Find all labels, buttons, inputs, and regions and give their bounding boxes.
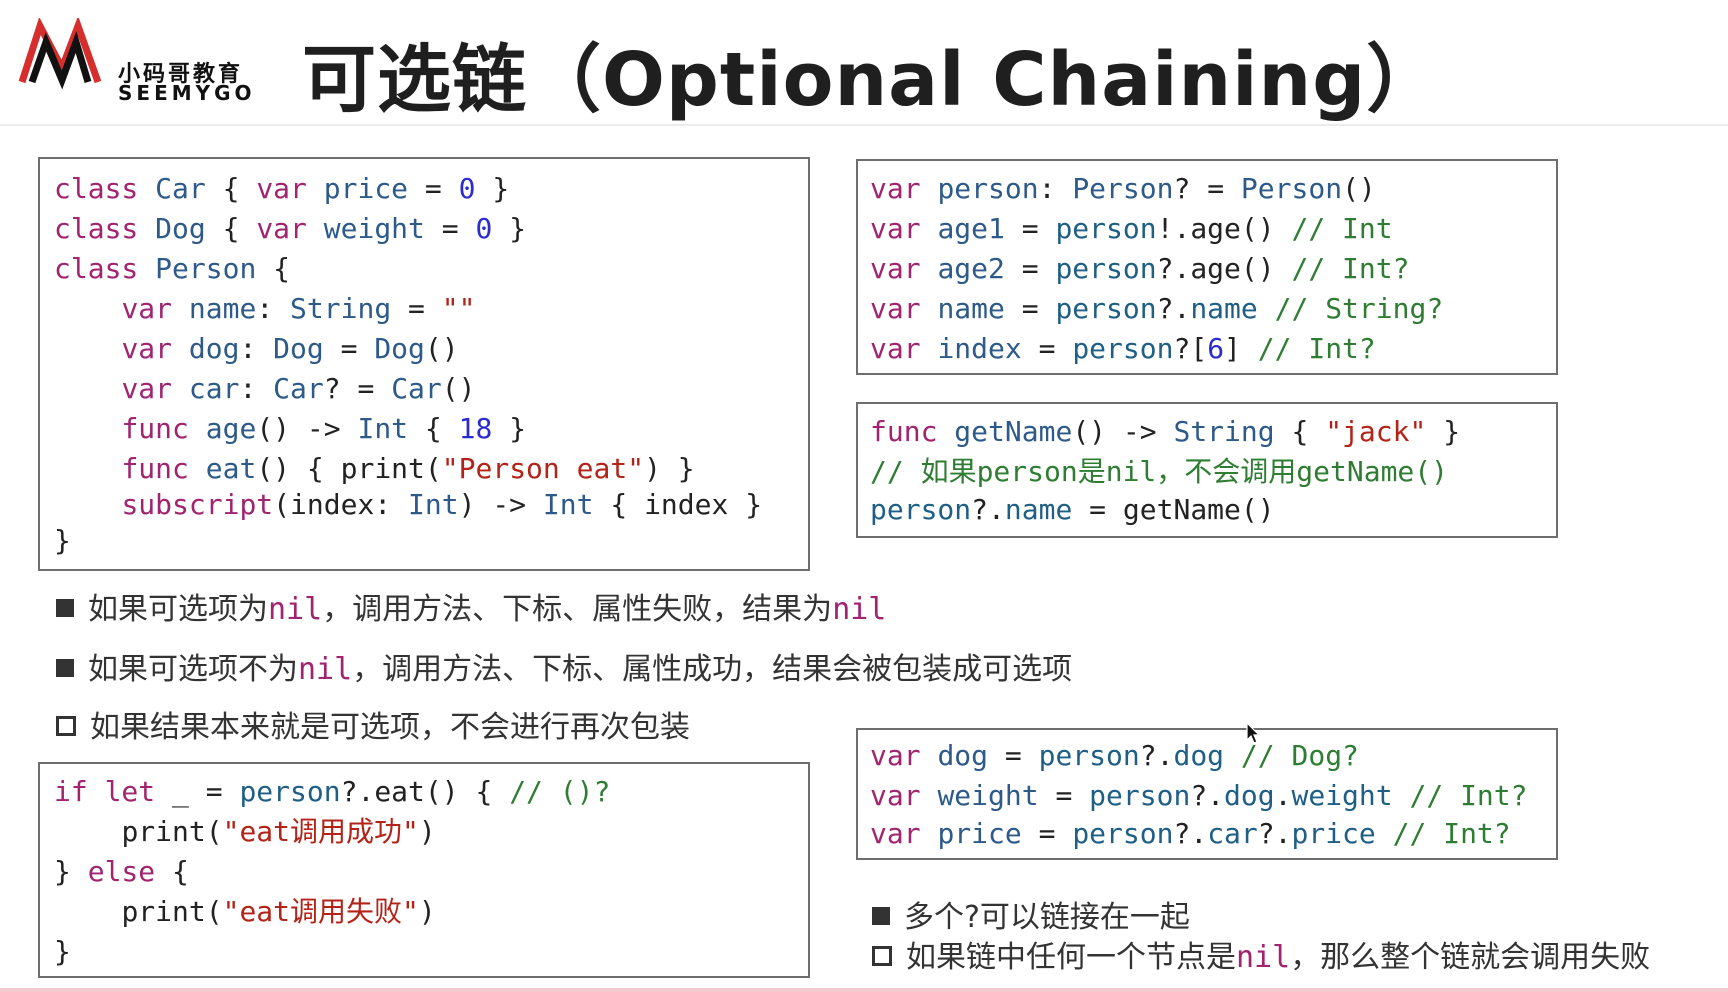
filled-square-bullet-icon: [56, 658, 74, 677]
code-line: func age() -> Int { 18 }: [121, 412, 527, 445]
code-line: var dog: Dog = Dog(): [121, 332, 459, 365]
code-line: class Car { var price = 0 }: [54, 172, 510, 205]
code-line: }: [54, 935, 71, 968]
code-line: } else {: [54, 855, 189, 888]
code-line: class Dog { var weight = 0 }: [54, 212, 527, 245]
code-line: var age2 = person?.age() // Int?: [870, 252, 1410, 285]
bullet-text: 如果可选项不为: [88, 652, 298, 687]
filled-square-bullet-icon: [56, 598, 74, 617]
code-line: print("eat调用失败"): [121, 895, 436, 928]
header-divider: [0, 124, 1728, 126]
code-line: class Person {: [54, 252, 291, 285]
hollow-square-bullet-icon: [872, 945, 892, 966]
bullet-item: 多个?可以链接在一起: [872, 896, 1190, 940]
cursor-arrow-icon: [1246, 722, 1261, 744]
filled-square-bullet-icon: [872, 906, 890, 925]
bullet-text: ，调用方法、下标、属性成功，结果会被包装成可选项: [352, 652, 1073, 687]
bullet-item: 如果可选项不为nil，调用方法、下标、属性成功，结果会被包装成可选项: [56, 648, 1072, 692]
bullet-code: nil: [268, 592, 323, 627]
code-line: func getName() -> String { "jack" }: [870, 415, 1461, 448]
optional-chaining-examples-code-box: var person: Person? = Person() var age1 …: [856, 159, 1558, 375]
code-line: person?.name = getName(): [870, 493, 1275, 526]
code-line: func eat() { print("Person eat") }: [121, 452, 695, 485]
seemygo-logo: 小码哥教育 SEEMYGO: [18, 18, 268, 105]
code-line: var car: Car? = Car(): [121, 372, 476, 405]
class-definitions-code-box: class Car { var price = 0 } class Dog { …: [38, 157, 810, 571]
bullet-text: 多个?可以链接在一起: [904, 900, 1190, 935]
slide-header: 小码哥教育 SEEMYGO 可选链（Optional Chaining）: [0, 0, 1728, 123]
code-line: // 如果person是nil，不会调用getName(): [870, 455, 1449, 488]
bullet-item: 如果可选项为nil，调用方法、下标、属性失败，结果为nil: [56, 588, 886, 632]
slide-title: 可选链（Optional Chaining）: [302, 37, 1442, 123]
bottom-accent-line: [0, 988, 1728, 992]
code-line: var weight = person?.dog.weight // Int?: [870, 779, 1528, 812]
code-line: }: [54, 524, 71, 557]
bullet-text: ，调用方法、下标、属性失败，结果为: [322, 592, 833, 627]
code-line: print("eat调用成功"): [121, 815, 436, 848]
if-let-code-box: if let _ = person?.eat() { // ()? print(…: [38, 762, 810, 978]
chained-optionals-code-box: var dog = person?.dog // Dog? var weight…: [856, 728, 1558, 860]
bullet-item: 如果结果本来就是可选项，不会进行再次包装: [56, 706, 690, 750]
bullet-code: nil: [1236, 940, 1291, 975]
bullet-code: nil: [298, 652, 353, 687]
getname-code-box: func getName() -> String { "jack" } // 如…: [856, 402, 1558, 538]
logo-english-text: SEEMYGO: [118, 81, 256, 105]
code-line: var age1 = person!.age() // Int: [870, 212, 1393, 245]
code-line: var person: Person? = Person(): [870, 172, 1376, 205]
bullet-item: 如果链中任何一个节点是nil，那么整个链就会调用失败: [872, 936, 1650, 980]
code-line: var price = person?.car?.price // Int?: [870, 817, 1511, 850]
code-line: var name: String = "": [121, 292, 476, 325]
code-line: var dog = person?.dog // Dog?: [870, 739, 1359, 772]
hollow-square-bullet-icon: [56, 715, 76, 736]
bullet-text: 如果可选项为: [88, 592, 268, 627]
code-line: var name = person?.name // String?: [870, 292, 1444, 325]
bullet-text: 如果结果本来就是可选项，不会进行再次包装: [90, 710, 690, 745]
logo-m-icon: [18, 18, 102, 90]
code-line: subscript(index: Int) -> Int { index }: [121, 488, 763, 521]
bullet-text: ，那么整个链就会调用失败: [1290, 940, 1651, 975]
bullet-text: 如果链中任何一个节点是: [906, 940, 1236, 975]
bullet-code: nil: [832, 592, 887, 627]
code-line: if let _ = person?.eat() { // ()?: [54, 775, 611, 808]
code-line: var index = person?[6] // Int?: [870, 332, 1376, 365]
